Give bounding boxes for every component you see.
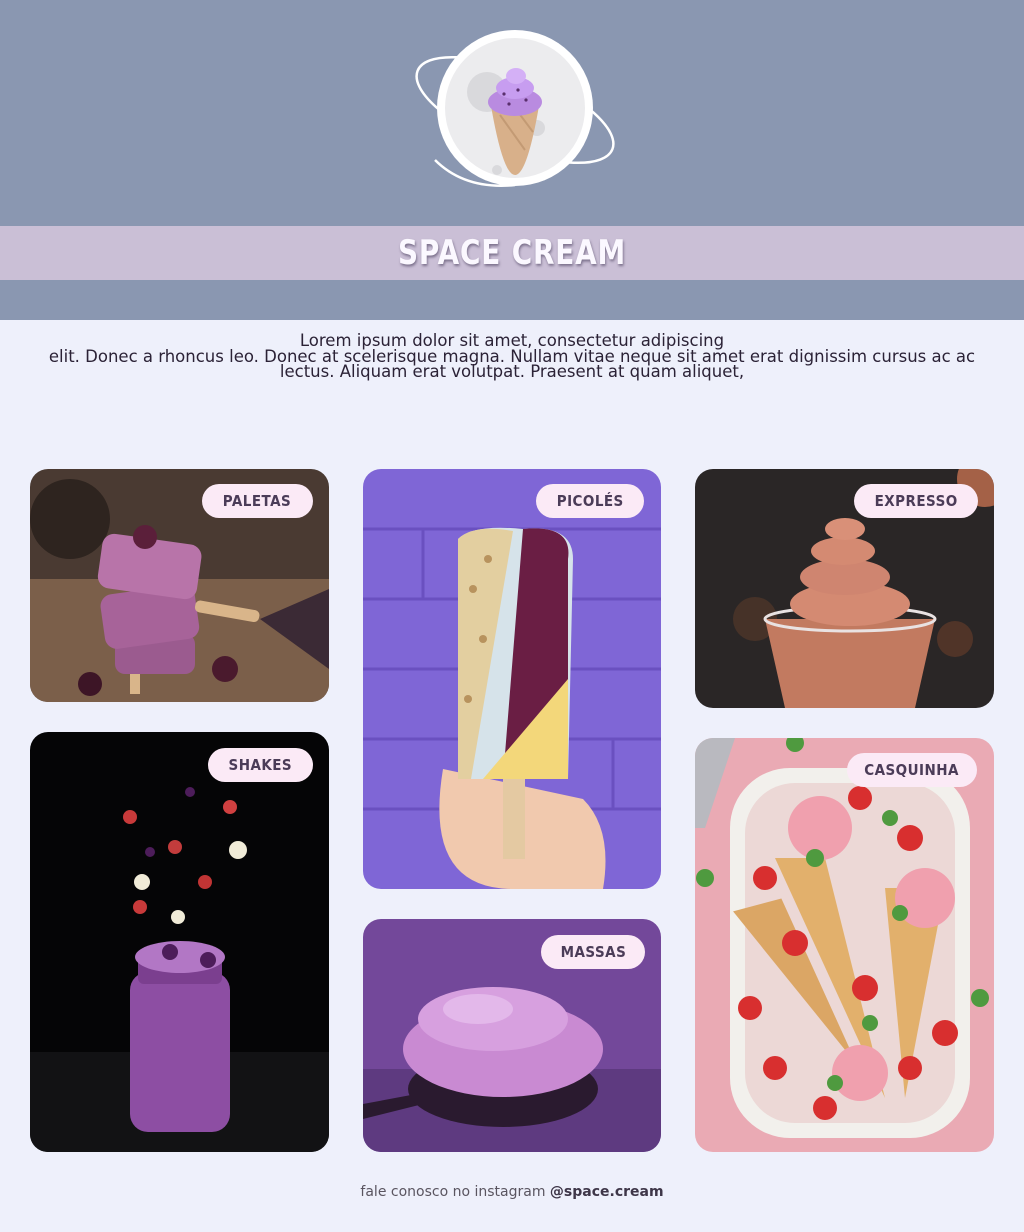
category-label: PALETAS xyxy=(202,484,313,518)
casquinha-photo xyxy=(695,738,994,1152)
picoles-photo xyxy=(363,469,661,889)
category-card-casquinha[interactable]: CASQUINHA xyxy=(695,738,994,1152)
category-card-paletas[interactable]: PALETAS xyxy=(30,469,329,702)
intro-line: lectus. Aliquam erat volutpat. Praesent … xyxy=(279,362,745,381)
footer: fale conosco no instagram @space.cream xyxy=(0,1184,1024,1200)
shakes-photo xyxy=(30,732,329,1152)
instagram-link[interactable]: @space.cream xyxy=(550,1184,664,1200)
category-card-shakes[interactable]: SHAKES xyxy=(30,732,329,1152)
category-card-massas[interactable]: MASSAS xyxy=(363,919,661,1152)
ice-cream-planet-icon xyxy=(415,30,615,187)
category-card-expresso[interactable]: EXPRESSO xyxy=(695,469,994,708)
category-label: CASQUINHA xyxy=(847,753,977,787)
footer-text: fale conosco no instagram xyxy=(360,1184,546,1200)
category-card-picoles[interactable]: PICOLÉS xyxy=(363,469,661,889)
intro-text: Lorem ipsum dolor sit amet, consectetur … xyxy=(20,333,1004,380)
header: SPACE CREAM xyxy=(0,0,1024,320)
brand-title: SPACE CREAM xyxy=(397,233,627,273)
category-label: SHAKES xyxy=(208,748,313,782)
category-label: PICOLÉS xyxy=(536,484,644,518)
category-label: MASSAS xyxy=(541,935,645,969)
category-label: EXPRESSO xyxy=(854,484,978,518)
brand-banner: SPACE CREAM xyxy=(0,226,1024,280)
